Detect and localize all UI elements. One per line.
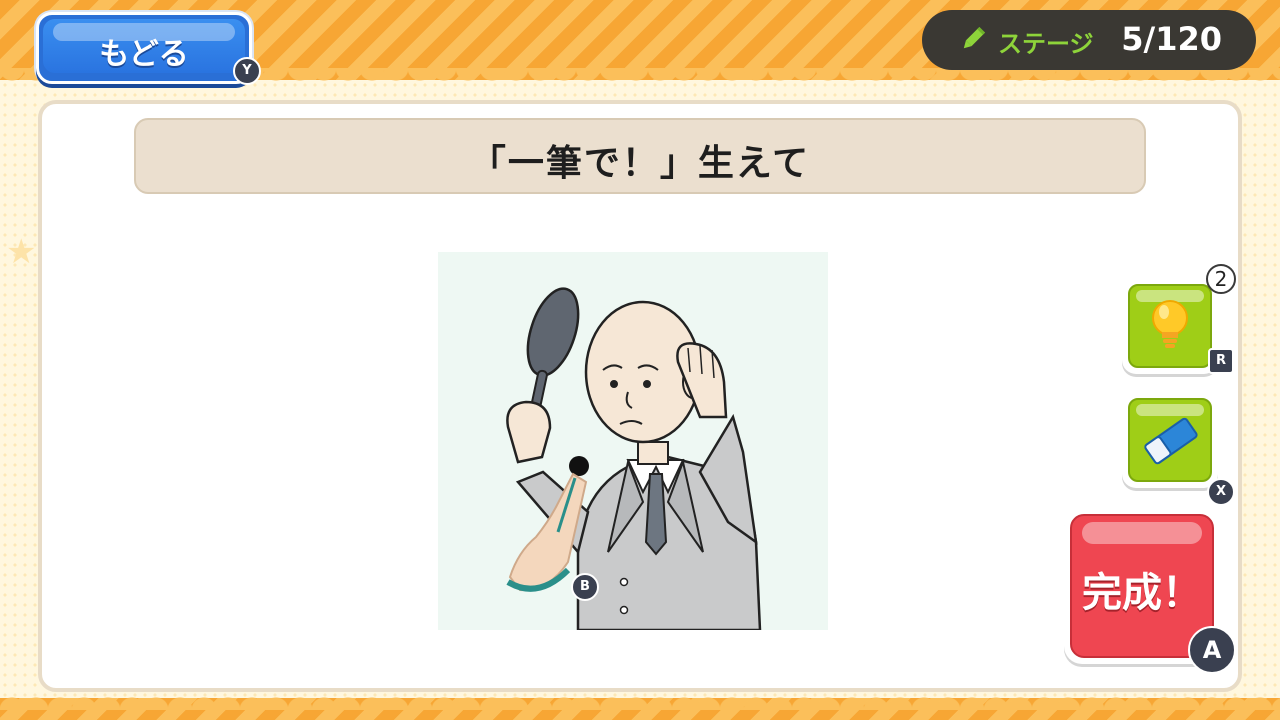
y-key-badge: Y bbox=[233, 57, 261, 85]
eraser-button[interactable] bbox=[1122, 392, 1218, 488]
back-button[interactable]: もどる bbox=[36, 12, 252, 84]
b-key-badge: B bbox=[571, 573, 599, 601]
prompt-text: 「一筆で！」生えて bbox=[469, 143, 811, 184]
hint-count-badge: 2 bbox=[1206, 264, 1236, 294]
star-decoration: ★ bbox=[6, 232, 37, 272]
drawing-canvas[interactable] bbox=[438, 252, 828, 632]
lightbulb-icon bbox=[1152, 300, 1188, 348]
back-button-label: もどる bbox=[99, 37, 189, 72]
r-key-badge: R bbox=[1208, 348, 1234, 374]
bald-man-illustration bbox=[506, 287, 762, 632]
x-key-badge: X bbox=[1207, 478, 1235, 506]
a-key-badge: A bbox=[1188, 626, 1236, 674]
pencil-icon bbox=[963, 26, 986, 49]
stage-count: 5/120 bbox=[1121, 20, 1222, 58]
complete-button-label: 完成！ bbox=[1082, 570, 1202, 616]
stage-label: ステージ bbox=[998, 30, 1094, 58]
prompt-banner: 「一筆で！」生えて bbox=[134, 118, 1146, 194]
stage-indicator: ステージ 5/120 bbox=[922, 10, 1256, 70]
bottom-stripe-border bbox=[0, 686, 1280, 720]
hint-button[interactable] bbox=[1122, 278, 1218, 374]
complete-button-shine bbox=[1082, 522, 1202, 544]
eraser-icon bbox=[1144, 417, 1198, 465]
